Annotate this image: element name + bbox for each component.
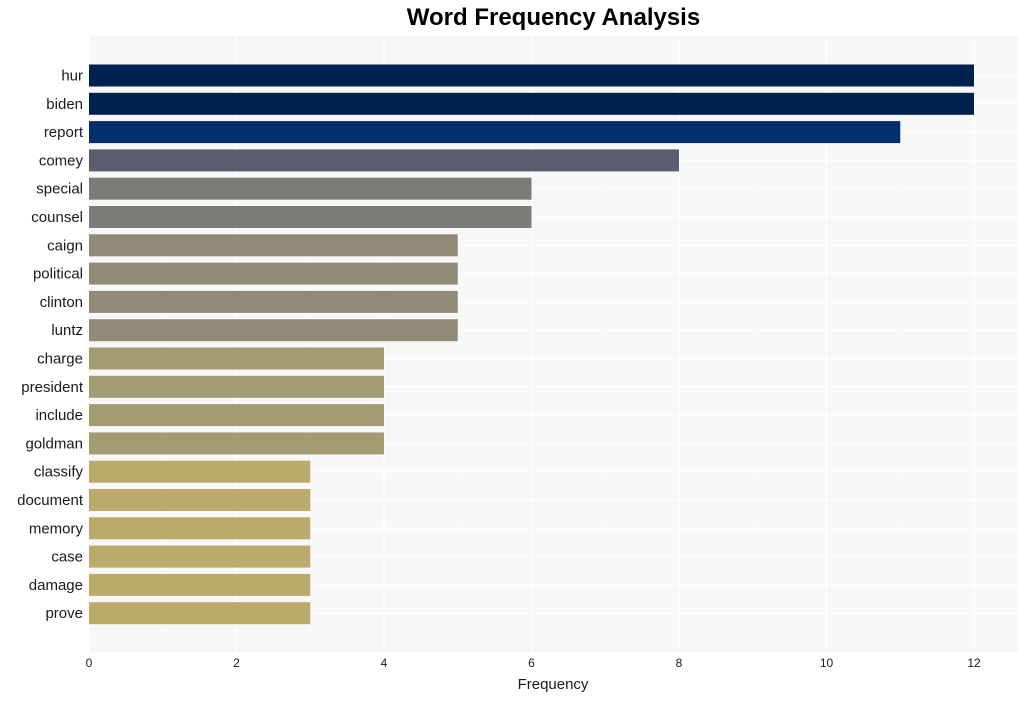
bar-comey xyxy=(89,149,679,172)
y-tick-label: luntz xyxy=(51,322,83,339)
bar-damage xyxy=(89,573,311,596)
x-tick-label: 6 xyxy=(528,656,535,670)
bar-chart: hur biden report comey special counsel caign po… xyxy=(17,36,1018,693)
y-tick-label: comey xyxy=(39,152,84,169)
bar-prove xyxy=(89,602,311,625)
x-tick-label: 12 xyxy=(967,656,981,670)
bar-goldman xyxy=(89,432,384,455)
x-axis-label: Frequency xyxy=(518,676,589,693)
bar-special xyxy=(89,177,532,200)
y-tick-label: prove xyxy=(45,605,83,622)
y-tick-label: hur xyxy=(61,68,83,85)
y-tick-label: counsel xyxy=(31,209,83,226)
x-tick-label: 10 xyxy=(820,656,834,670)
bar-biden xyxy=(89,92,974,115)
x-tick-label: 0 xyxy=(86,656,93,670)
y-tick-label: charge xyxy=(37,351,83,368)
bar-memory xyxy=(89,517,311,540)
bar-political xyxy=(89,262,458,285)
x-tick-label: 4 xyxy=(381,656,388,670)
y-tick-label: president xyxy=(21,379,84,396)
bar-counsel xyxy=(89,206,532,228)
y-tick-label: include xyxy=(35,407,83,424)
y-tick-label: special xyxy=(36,181,83,198)
bar-hur xyxy=(89,64,974,87)
y-tick-label: caign xyxy=(47,237,83,254)
y-tick-label: report xyxy=(44,124,84,141)
bar-include xyxy=(89,404,384,427)
y-tick-labels: hur biden report comey special counsel caign po… xyxy=(17,68,84,623)
bar-case xyxy=(89,545,311,568)
bar-classify xyxy=(89,460,311,483)
y-tick-label: case xyxy=(51,549,83,566)
y-tick-label: biden xyxy=(46,96,83,113)
y-tick-label: document xyxy=(17,492,84,509)
bar-president xyxy=(89,375,384,398)
y-tick-label: goldman xyxy=(25,435,83,452)
y-tick-label: damage xyxy=(29,577,83,594)
y-tick-label: political xyxy=(33,266,83,283)
y-tick-label: memory xyxy=(29,520,84,537)
bar-report xyxy=(89,121,901,144)
y-tick-label: clinton xyxy=(40,294,83,311)
x-tick-label: 8 xyxy=(676,656,683,670)
bar-clinton xyxy=(89,290,458,313)
y-tick-label: classify xyxy=(34,464,84,481)
bar-caign xyxy=(89,234,458,257)
bar-document xyxy=(89,489,311,511)
x-tick-label: 2 xyxy=(233,656,240,670)
x-tick-labels: 0 2 4 6 8 10 12 xyxy=(86,656,981,670)
bar-charge xyxy=(89,347,384,370)
bar-luntz xyxy=(89,319,458,342)
